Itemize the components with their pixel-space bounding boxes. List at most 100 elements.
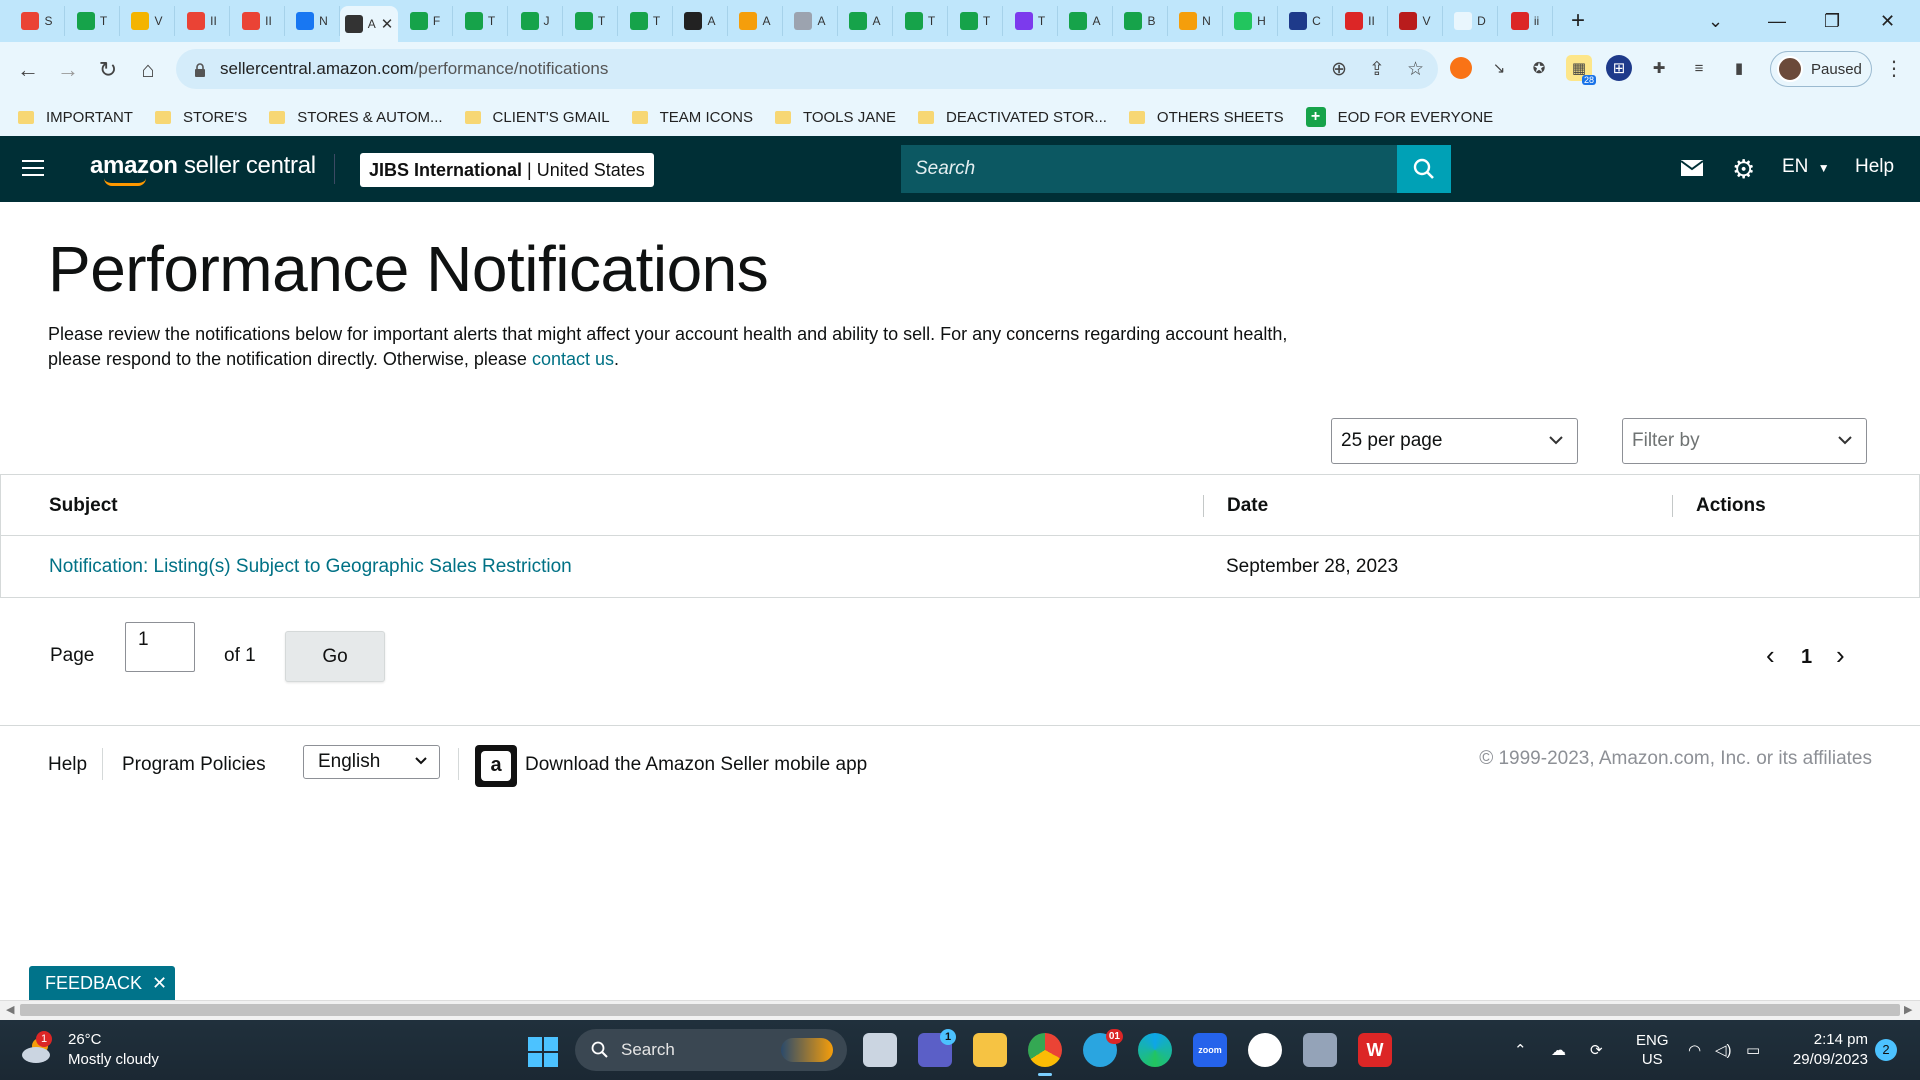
vpn-shield-icon[interactable] bbox=[1248, 1033, 1282, 1067]
bookmark-item[interactable]: STORE'S bbox=[154, 109, 247, 126]
onedrive-cloud-icon[interactable]: ☁ bbox=[1551, 1020, 1566, 1080]
back-icon[interactable]: ← bbox=[8, 57, 48, 83]
settings-gear-icon[interactable]: ⚙ bbox=[1732, 154, 1755, 185]
battery-icon[interactable]: ▭ bbox=[1746, 1020, 1760, 1080]
windows-start-icon[interactable] bbox=[528, 1037, 558, 1067]
bookmark-star-icon[interactable]: ☆ bbox=[1407, 58, 1424, 81]
extension-compass-icon[interactable]: ✪ bbox=[1526, 55, 1552, 81]
contact-us-link[interactable]: contact us bbox=[532, 349, 614, 369]
messages-mail-icon[interactable] bbox=[1680, 158, 1704, 184]
feedback-button[interactable]: FEEDBACK ✕ bbox=[29, 966, 176, 1000]
minimize-icon[interactable]: — bbox=[1768, 0, 1786, 42]
column-subject[interactable]: Subject bbox=[49, 495, 118, 517]
column-date[interactable]: Date bbox=[1227, 495, 1268, 517]
footer-help-link[interactable]: Help bbox=[48, 754, 87, 776]
browser-menu-icon[interactable]: ⋮ bbox=[1884, 56, 1904, 81]
extensions-puzzle-icon[interactable]: ✚ bbox=[1646, 55, 1672, 81]
scrollbar-thumb[interactable] bbox=[20, 1004, 1900, 1016]
hamburger-menu-icon[interactable] bbox=[22, 160, 44, 181]
system-clock[interactable]: 2:14 pm 29/09/2023 bbox=[1780, 1030, 1868, 1070]
home-icon[interactable]: ⌂ bbox=[128, 57, 168, 83]
browser-tab[interactable]: II bbox=[1333, 6, 1388, 36]
edge-icon[interactable] bbox=[1138, 1033, 1172, 1067]
extension-calendar-icon[interactable]: ▦ 28 bbox=[1566, 55, 1596, 85]
telegram-icon[interactable]: 01 bbox=[1083, 1029, 1123, 1067]
browser-tab[interactable]: T bbox=[1003, 6, 1058, 36]
bookmark-item[interactable]: CLIENT'S GMAIL bbox=[464, 109, 610, 126]
share-icon[interactable]: ⇪ bbox=[1369, 58, 1385, 81]
page-number-input[interactable] bbox=[125, 622, 195, 672]
amazon-seller-app-icon[interactable]: a bbox=[475, 745, 517, 787]
browser-tab[interactable]: F bbox=[398, 6, 453, 36]
notification-count-badge[interactable]: 2 bbox=[1875, 1039, 1897, 1061]
search-button[interactable] bbox=[1397, 145, 1451, 193]
browser-tab[interactable]: J bbox=[508, 6, 563, 36]
browser-tab[interactable]: S bbox=[10, 6, 65, 36]
extension-orange-icon[interactable] bbox=[1450, 57, 1472, 79]
filter-select[interactable]: Filter by bbox=[1622, 418, 1867, 464]
browser-tab[interactable]: T bbox=[563, 6, 618, 36]
browser-tab[interactable]: N bbox=[285, 6, 340, 36]
bookmark-item[interactable]: DEACTIVATED STOR... bbox=[918, 109, 1107, 126]
wps-office-icon[interactable]: W bbox=[1358, 1033, 1392, 1067]
bookmark-item[interactable]: STORES & AUTOM... bbox=[269, 109, 443, 126]
wifi-icon[interactable]: ◠ bbox=[1688, 1020, 1701, 1080]
search-input[interactable] bbox=[901, 145, 1397, 193]
reading-list-icon[interactable]: ≡ bbox=[1686, 55, 1712, 81]
browser-tab[interactable]: T bbox=[948, 6, 1003, 36]
bookmark-item[interactable]: OTHERS SHEETS bbox=[1128, 109, 1284, 126]
browser-tab[interactable]: ii bbox=[1498, 6, 1553, 36]
bookmark-item[interactable]: TEAM ICONS bbox=[631, 109, 753, 126]
browser-tab[interactable]: V bbox=[120, 6, 175, 36]
browser-tab[interactable]: II bbox=[175, 6, 230, 36]
new-tab-icon[interactable]: + bbox=[1571, 7, 1585, 35]
zoom-icon[interactable]: ⊕ bbox=[1331, 58, 1347, 81]
header-help-link[interactable]: Help bbox=[1855, 156, 1894, 178]
scroll-right-icon[interactable]: ▶ bbox=[1904, 1003, 1912, 1016]
bookmark-item[interactable]: + EOD FOR EVERYONE bbox=[1305, 107, 1493, 127]
language-menu[interactable]: EN ▼ bbox=[1782, 156, 1830, 178]
side-panel-icon[interactable]: ▮ bbox=[1726, 55, 1752, 81]
close-window-icon[interactable]: ✕ bbox=[1880, 0, 1895, 42]
task-view-icon[interactable] bbox=[863, 1033, 897, 1067]
browser-tab[interactable]: T bbox=[453, 6, 508, 36]
forward-icon[interactable]: → bbox=[48, 57, 88, 83]
program-policies-link[interactable]: Program Policies bbox=[122, 754, 266, 776]
browser-tab[interactable]: H bbox=[1223, 6, 1278, 36]
download-app-link[interactable]: Download the Amazon Seller mobile app bbox=[525, 754, 867, 776]
browser-tab[interactable]: A bbox=[838, 6, 893, 36]
sync-icon[interactable]: ⟳ bbox=[1590, 1020, 1603, 1080]
show-hidden-icons[interactable]: ⌃ bbox=[1514, 1020, 1527, 1080]
browser-tab[interactable]: A bbox=[728, 6, 783, 36]
go-button[interactable]: Go bbox=[285, 631, 385, 682]
bookmark-item[interactable]: IMPORTANT bbox=[18, 109, 133, 126]
next-page-icon[interactable]: › bbox=[1836, 640, 1845, 671]
teams-chat-icon[interactable]: 1 bbox=[918, 1029, 956, 1067]
bookmark-item[interactable]: TOOLS JANE bbox=[774, 109, 896, 126]
per-page-select[interactable]: 25 per page bbox=[1331, 418, 1578, 464]
browser-tab[interactable]: D bbox=[1443, 6, 1498, 36]
footer-language-select[interactable]: English bbox=[303, 745, 440, 779]
tab-close-icon[interactable]: ✕ bbox=[381, 15, 394, 33]
amazon-seller-central-logo[interactable]: amazon seller central bbox=[90, 152, 316, 186]
browser-tab[interactable]: C bbox=[1278, 6, 1333, 36]
address-bar[interactable]: sellercentral.amazon.com/performance/not… bbox=[176, 49, 1438, 89]
feedback-close-icon[interactable]: ✕ bbox=[152, 966, 167, 1000]
reload-icon[interactable]: ↻ bbox=[88, 57, 128, 83]
taskbar-search[interactable]: Search bbox=[575, 1029, 847, 1071]
extension-cursor-icon[interactable]: ↘ bbox=[1486, 55, 1512, 81]
scroll-left-icon[interactable]: ◀ bbox=[6, 1003, 14, 1016]
restore-icon[interactable]: ❐ bbox=[1824, 0, 1840, 42]
profile-button[interactable]: Paused bbox=[1770, 51, 1872, 87]
zoom-icon[interactable]: zoom bbox=[1193, 1033, 1227, 1067]
browser-tab[interactable]: T bbox=[893, 6, 948, 36]
browser-tab[interactable]: A bbox=[1058, 6, 1113, 36]
browser-tab[interactable]: V bbox=[1388, 6, 1443, 36]
weather-widget[interactable]: 1 26°C Mostly cloudy bbox=[20, 1030, 159, 1070]
browser-tab[interactable]: A bbox=[673, 6, 728, 36]
browser-tab[interactable]: T bbox=[618, 6, 673, 36]
browser-tab[interactable]: N bbox=[1168, 6, 1223, 36]
file-explorer-icon[interactable] bbox=[973, 1033, 1007, 1067]
browser-tab[interactable]: A bbox=[783, 6, 838, 36]
current-page-number[interactable]: 1 bbox=[1801, 646, 1812, 669]
